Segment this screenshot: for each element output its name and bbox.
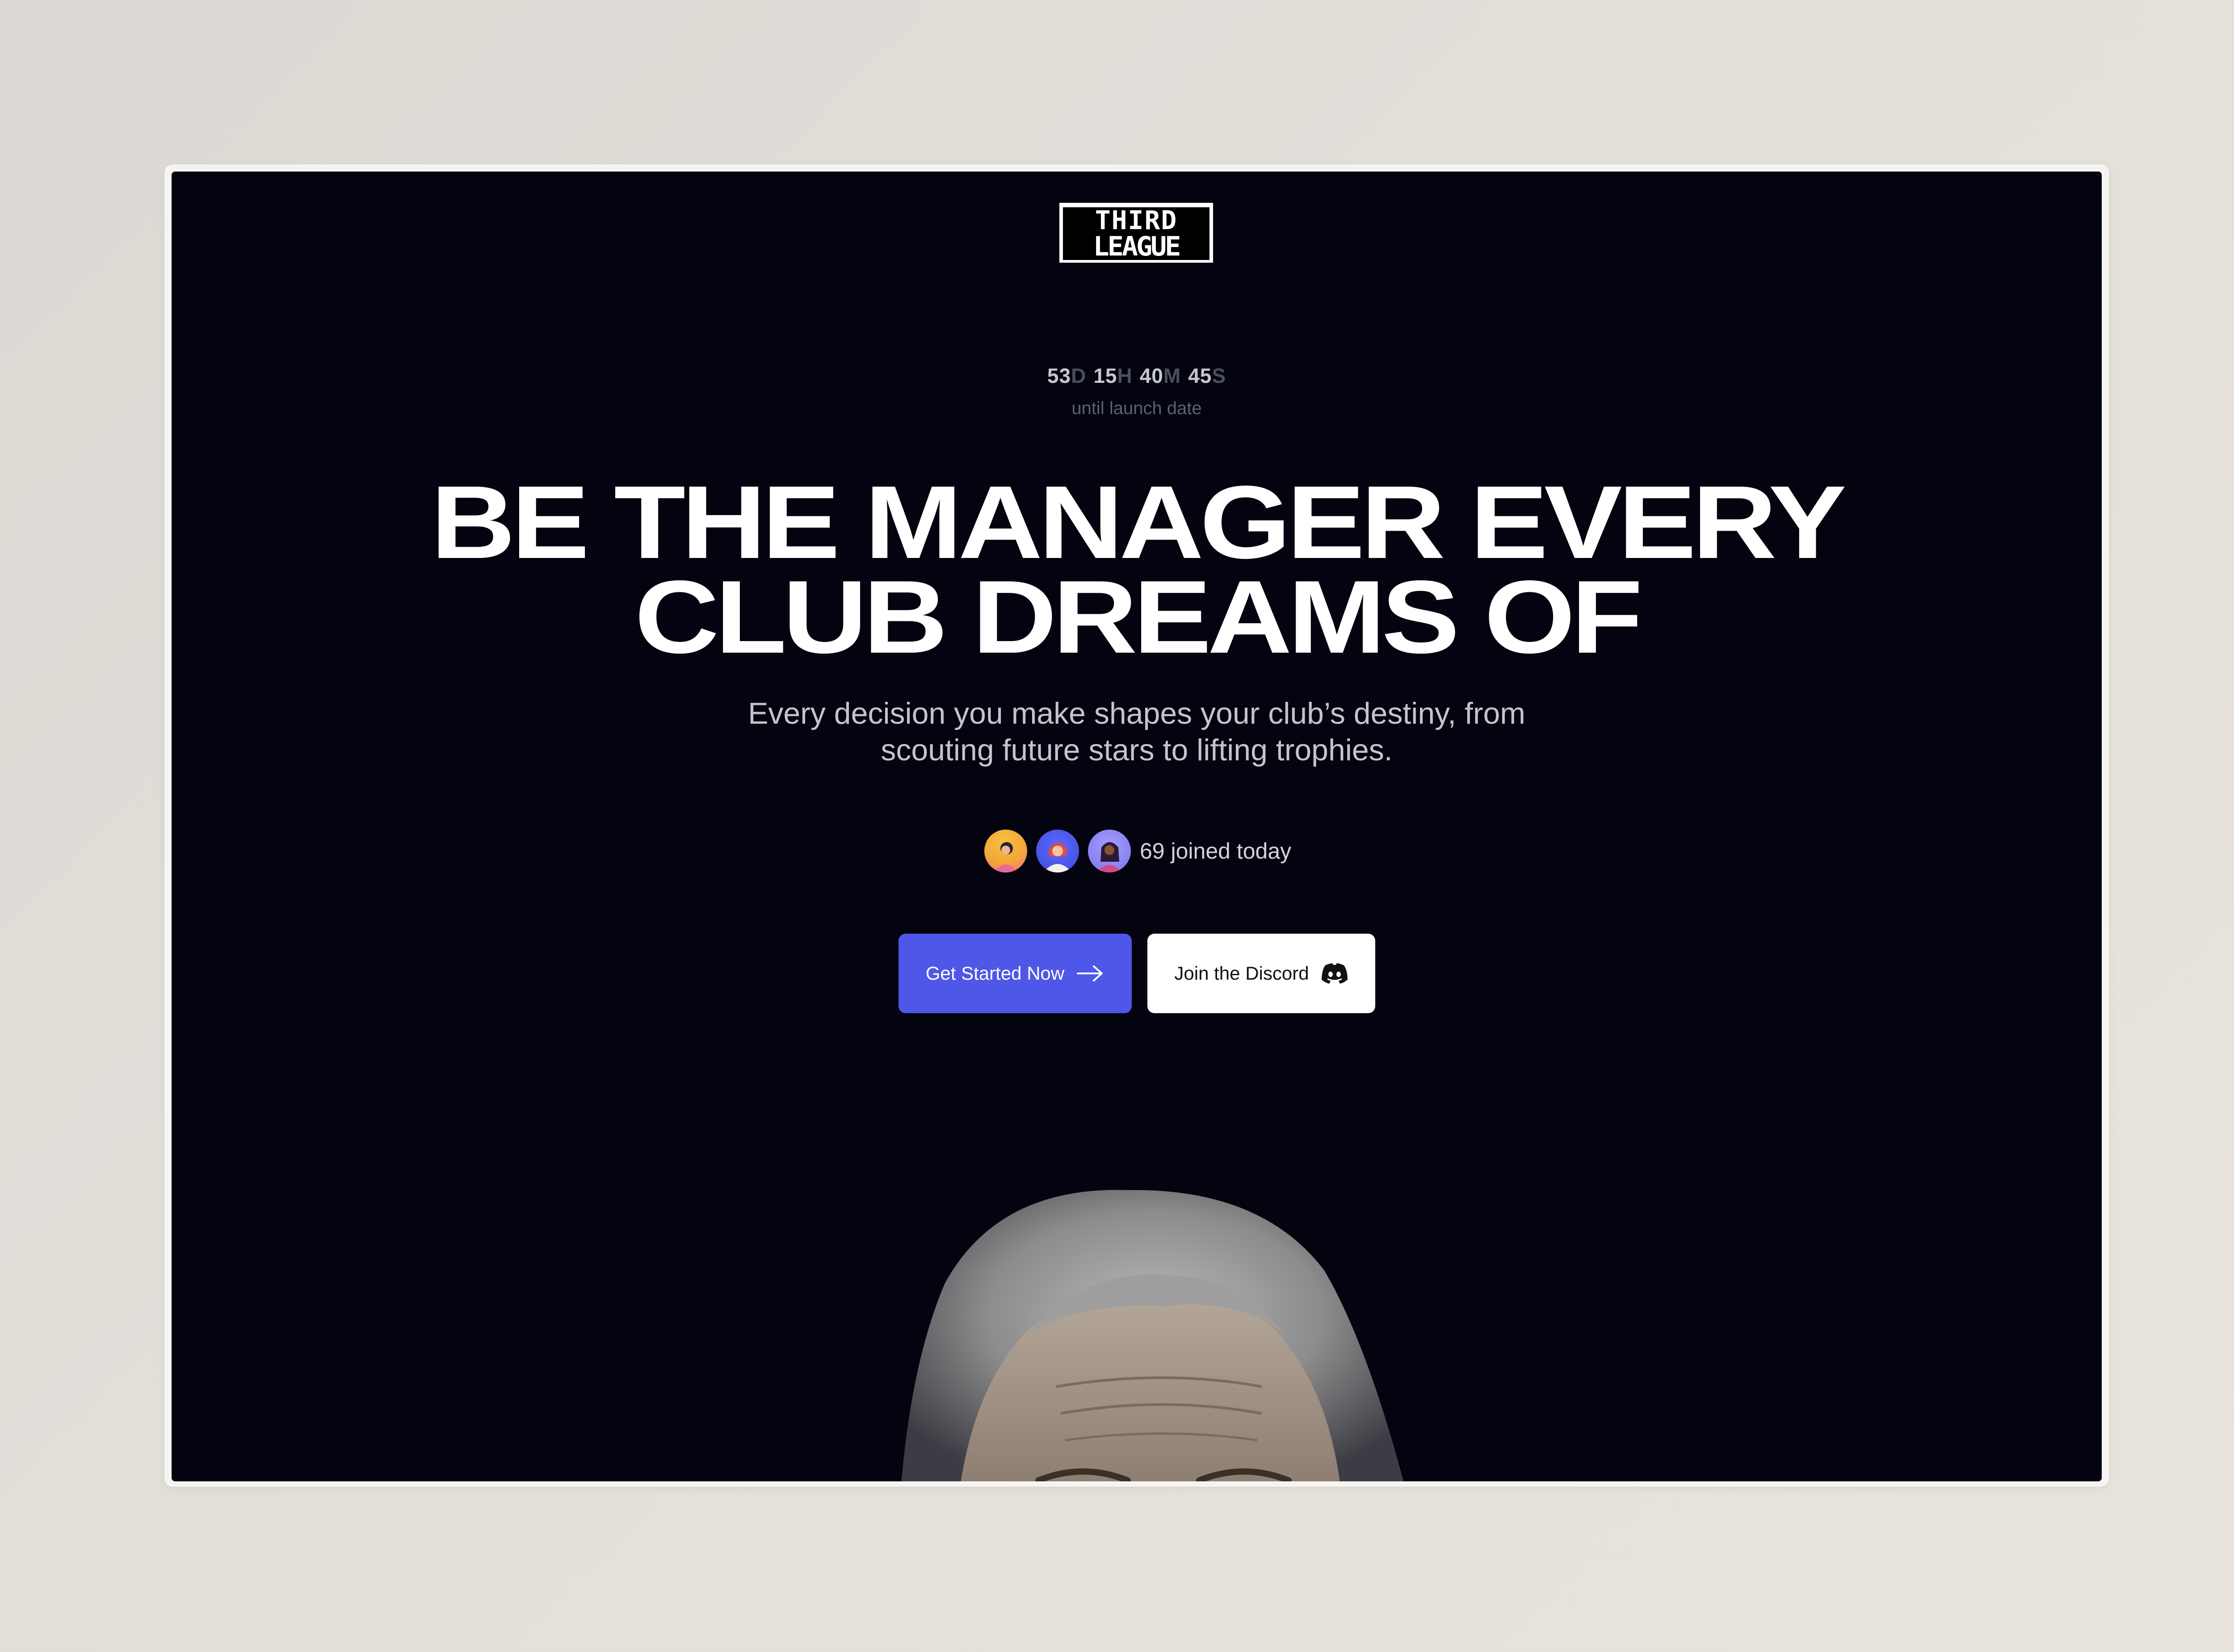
manager-portrait [895, 1136, 1414, 1481]
discord-icon [1321, 963, 1348, 984]
logo-line-2: LEAGUE [1093, 231, 1181, 262]
countdown-minutes-value: 40 [1139, 364, 1163, 387]
get-started-label: Get Started Now [925, 963, 1065, 984]
countdown-seconds: 45S [1188, 364, 1226, 387]
avatar-3-illustration [1097, 842, 1122, 872]
avatar-2-illustration [1043, 843, 1072, 872]
avatar-1-illustration [994, 842, 1018, 872]
avatar [983, 828, 1029, 874]
headline-line-2: CLUB DREAMS OF [634, 559, 1642, 675]
countdown-seconds-unit: S [1212, 364, 1226, 387]
countdown-hours: 15H [1093, 364, 1132, 387]
join-discord-button[interactable]: Join the Discord [1147, 934, 1375, 1013]
countdown-hours-unit: H [1117, 364, 1133, 387]
logo-line-1: THIRD [1095, 205, 1178, 235]
avatar [1086, 828, 1133, 874]
headline-line-1: BE THE MANAGER EVERY [431, 465, 1847, 580]
third-league-logo[interactable]: THIRD LEAGUE [1059, 203, 1213, 263]
get-started-button[interactable]: Get Started Now [899, 934, 1132, 1013]
hero-subtitle: Every decision you make shapes your club… [172, 695, 2102, 768]
countdown-days-value: 53 [1047, 364, 1071, 387]
joined-today-group: 69 joined today [983, 826, 1291, 876]
hero-headline: BE THE MANAGER EVERY CLUB DREAMS OF [172, 465, 2102, 675]
countdown-label: until launch date [1071, 398, 1202, 418]
logo-mark: THIRD LEAGUE [1063, 207, 1209, 260]
subtitle-line-2: scouting future stars to lifting trophie… [881, 733, 1393, 767]
join-discord-label: Join the Discord [1174, 963, 1309, 984]
subtitle-line-1: Every decision you make shapes your club… [748, 696, 1525, 730]
countdown-days: 53D [1047, 364, 1086, 387]
countdown-minutes: 40M [1140, 364, 1181, 387]
countdown-timer: 53D 15H 40M 45S [172, 364, 2102, 388]
landing-page: THIRD LEAGUE 53D 15H 40M 45S until launch d… [172, 172, 2102, 1481]
arrow-right-icon [1076, 964, 1104, 982]
joined-today-text: 69 joined today [1140, 839, 1292, 864]
avatar [1034, 828, 1081, 874]
countdown-hours-value: 15 [1093, 364, 1117, 387]
countdown-seconds-value: 45 [1188, 364, 1212, 387]
countdown-minutes-unit: M [1163, 364, 1181, 387]
countdown-days-unit: D [1071, 364, 1087, 387]
